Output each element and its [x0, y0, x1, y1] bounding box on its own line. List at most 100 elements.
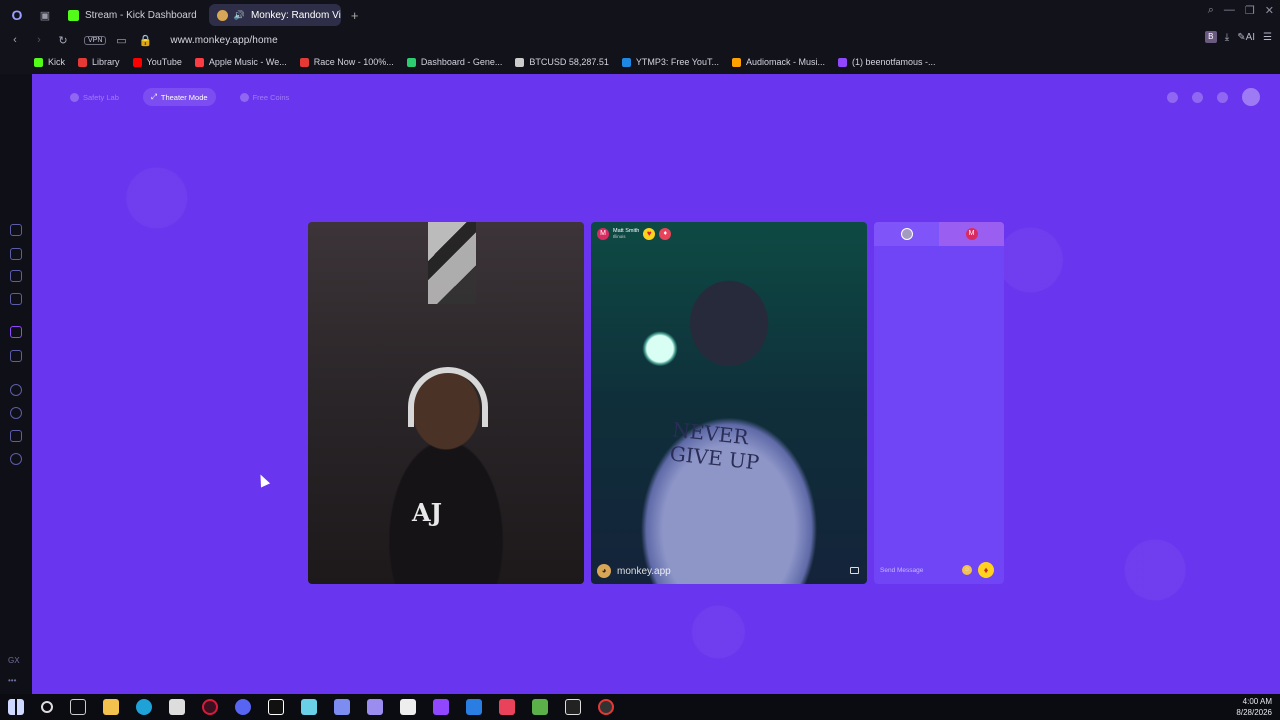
camera-icon[interactable]: ▭ — [112, 34, 130, 47]
new-tab-button[interactable]: + — [345, 8, 365, 23]
profile-icon[interactable]: B — [1204, 31, 1217, 43]
opera-gx-icon[interactable] — [202, 699, 218, 715]
sidebar-history-icon[interactable] — [10, 407, 22, 419]
opera-logo-icon[interactable]: O — [0, 0, 34, 30]
taskbar: 4:00 AM 8/28/2026 — [0, 694, 1280, 720]
monkey-icon — [216, 9, 228, 21]
bookmark-item[interactable]: YTMP3: Free YouT... — [621, 57, 719, 67]
task-view-icon[interactable] — [70, 699, 86, 715]
wall-art-image — [428, 222, 476, 304]
restore-icon[interactable]: ❐ — [1245, 4, 1255, 17]
nav-safety-lab[interactable]: Safety Lab — [62, 88, 127, 106]
minecraft-icon[interactable] — [532, 699, 548, 715]
ai-button[interactable]: ✎AI — [1237, 32, 1255, 43]
monkey-logo-icon: ◕ — [597, 564, 611, 578]
app-icon[interactable] — [466, 699, 482, 715]
headphones-image — [408, 367, 488, 427]
app-icon[interactable] — [301, 699, 317, 715]
heart-icon[interactable]: ♥ — [643, 228, 656, 240]
sidebar-more-icon[interactable]: ••• — [8, 676, 16, 685]
tab-overview-icon[interactable]: ▣ — [34, 4, 56, 26]
search-icon[interactable]: ⌕ — [1208, 4, 1214, 17]
sidebar-messenger-icon[interactable] — [10, 293, 22, 305]
bookmark-item[interactable]: (1) beenotfamous -... — [837, 57, 936, 67]
avatar[interactable] — [1242, 88, 1260, 106]
bookmark-favicon-icon — [621, 57, 631, 67]
sidebar-twitch-icon[interactable] — [10, 326, 22, 338]
sidebar-gx-label[interactable]: GX — [8, 656, 20, 665]
tab-monkey[interactable]: 🔊 Monkey: Random Video Chat — [208, 4, 341, 26]
bookmark-item[interactable]: BTCUSD 58,287.51 — [515, 57, 609, 67]
emoji-icon[interactable]: ☺ — [962, 565, 972, 575]
chat-input-row: ☺ ♦ — [874, 556, 1004, 584]
tiktok-icon[interactable] — [268, 699, 284, 715]
app-icon[interactable] — [499, 699, 515, 715]
gift-icon[interactable]: ♦ — [659, 228, 672, 240]
windows-start-icon[interactable] — [8, 699, 24, 715]
tradingview-icon[interactable] — [400, 699, 416, 715]
app-icon[interactable] — [334, 699, 350, 715]
coins-icon[interactable] — [1167, 91, 1178, 103]
url-field[interactable]: www.monkey.app/home — [170, 35, 277, 46]
chat-tab-peer[interactable]: M — [939, 222, 1004, 246]
sidebar-percent-icon[interactable] — [10, 350, 22, 362]
coin-icon — [239, 92, 249, 102]
app-icon[interactable] — [598, 699, 614, 715]
search-icon[interactable] — [41, 701, 53, 713]
send-message-input[interactable] — [880, 563, 956, 577]
nav-theater-mode[interactable]: ⤢ Theater Mode — [142, 88, 216, 106]
minimize-icon[interactable]: — — [1224, 4, 1235, 17]
bookmark-item[interactable]: Audiomack - Musi... — [731, 57, 825, 67]
sidebar-settings-icon[interactable] — [10, 453, 22, 465]
bookmark-item[interactable]: Apple Music - We... — [194, 57, 287, 67]
edge-icon[interactable] — [136, 699, 152, 715]
peer-avatar: M — [965, 228, 978, 240]
reload-icon[interactable]: ↻ — [54, 34, 72, 47]
bookmark-item[interactable]: Dashboard - Gene... — [406, 57, 502, 67]
peer-avatar[interactable]: M — [597, 228, 609, 240]
sidebar-music-icon[interactable] — [10, 270, 22, 282]
report-icon[interactable] — [850, 567, 859, 574]
sidebar-bot-icon[interactable] — [10, 248, 22, 260]
file-explorer-icon[interactable] — [103, 699, 119, 715]
avatar — [900, 228, 913, 240]
shield-icon — [70, 92, 79, 102]
hoodie-print: NEVER GIVE UP — [668, 417, 761, 475]
settings-icon[interactable] — [1217, 91, 1228, 103]
menu-icon[interactable]: ☰ — [1263, 32, 1272, 43]
bookmark-favicon-icon — [34, 57, 43, 67]
forward-icon[interactable]: › — [30, 34, 48, 46]
watermark-text: monkey.app — [617, 565, 671, 577]
bookmark-label: YTMP3: Free YouT... — [635, 57, 719, 67]
nav-label: Free Coins — [252, 92, 290, 102]
app-icon[interactable] — [367, 699, 383, 715]
close-icon[interactable]: ✕ — [1265, 4, 1274, 17]
vpn-badge[interactable]: VPN — [84, 35, 107, 45]
nav-free-coins[interactable]: Free Coins — [232, 88, 298, 106]
gift-button[interactable]: ♦ — [978, 562, 994, 578]
bookmark-item[interactable]: Library — [78, 57, 120, 67]
bookmark-item[interactable]: Race Now - 100%... — [299, 57, 394, 67]
back-icon[interactable]: ‹ — [6, 34, 24, 46]
app-icon[interactable] — [565, 699, 581, 715]
discord-icon[interactable] — [235, 699, 251, 715]
tab-kick-dashboard[interactable]: Stream - Kick Dashboard — [60, 4, 205, 26]
top-nav: Safety Lab ⤢ Theater Mode Free Coins — [62, 88, 297, 106]
system-clock[interactable]: 4:00 AM 8/28/2026 — [1236, 696, 1272, 718]
bookmark-favicon-icon — [132, 57, 142, 67]
mouse-cursor-icon — [255, 472, 271, 488]
sidebar-player-icon[interactable] — [10, 384, 22, 396]
clock-icon[interactable] — [1192, 91, 1203, 103]
speaker-icon[interactable]: 🔊 — [234, 10, 245, 21]
twitch-icon[interactable] — [433, 699, 449, 715]
sidebar-aria-icon[interactable] — [10, 224, 22, 236]
bookmark-label: Race Now - 100%... — [313, 57, 394, 67]
bookmark-item[interactable]: Kick — [34, 57, 65, 67]
sidebar-extensions-icon[interactable] — [10, 430, 22, 442]
store-icon[interactable] — [169, 699, 185, 715]
lock-icon[interactable]: 🔒 — [136, 34, 154, 47]
download-icon[interactable]: ⤓ — [1225, 32, 1229, 43]
chat-tab-self[interactable] — [874, 222, 939, 246]
clock-date: 8/28/2026 — [1236, 708, 1272, 717]
bookmark-item[interactable]: YouTube — [132, 57, 182, 67]
